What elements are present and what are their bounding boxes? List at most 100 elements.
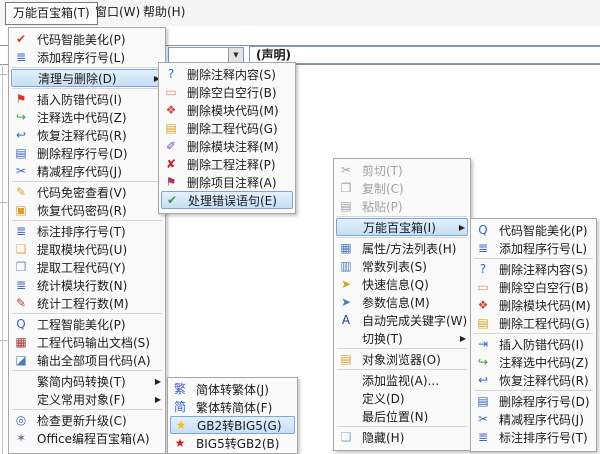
cleanup-submenu-panel: ?删除注释内容(S) ▭ 删除空白空行(B) ❖删除模块代码(M) ▤删除工程代码…: [158, 62, 296, 214]
magnifier-icon: Q: [474, 221, 492, 239]
menu-item-param-info[interactable]: ➤参数信息(M): [334, 293, 470, 311]
menu-item-delete-module-code-2[interactable]: ❖ 删除模块代码(M): [471, 296, 596, 314]
menu-item-copy[interactable]: ❐复制(C): [334, 179, 470, 197]
menu-item-delete-project-code[interactable]: ▤删除工程代码(G): [159, 119, 295, 137]
menu-item-last-position[interactable]: 最后位置(N): [334, 407, 470, 425]
label: 提取模块代码(U): [37, 241, 127, 258]
menu-item-project-smart-beautify[interactable]: Q工程智能美化(P): [9, 315, 165, 333]
menu-item-simplified-to-traditional[interactable]: 繁简体转繁体(J): [168, 380, 297, 398]
label: 提取工程代码(Y): [37, 259, 126, 276]
menu-item-delete-line-numbers-2[interactable]: ▤删除程序行号(D): [471, 392, 596, 410]
menu-item-paste[interactable]: ▤粘贴(P): [334, 197, 470, 215]
menu-item-add-line-numbers[interactable]: ≣添加程序行号(L): [9, 48, 165, 66]
menubar-item-toolbox[interactable]: 万能百宝箱(T): [5, 2, 98, 25]
menu-item-delete-blank-lines[interactable]: ▭ 删除空白空行(B): [159, 83, 295, 101]
numbered-list-icon: ≣: [12, 48, 30, 66]
menu-item-add-watch[interactable]: 添加监视(A)...: [334, 371, 470, 389]
label: 繁简内码转换(T): [37, 373, 126, 390]
menu-item-code-smart-beautify[interactable]: ✔代码智能美化(P): [9, 30, 165, 48]
menu-item-delete-blank-lines-2[interactable]: ▭删除空白空行(B): [471, 278, 596, 296]
comment-icon: ↪: [12, 108, 30, 126]
save-doc-icon: ▦: [12, 333, 30, 351]
menu-item-uncomment-code-2[interactable]: ↩恢复注释代码(R): [471, 371, 596, 389]
menu-item-define-common-objects[interactable]: 定义常用对象(F)▶: [9, 390, 165, 408]
menu-item-cjk-encoding-convert[interactable]: 繁简内码转换(T)▶: [9, 372, 165, 390]
menu-item-delete-comment-content-2[interactable]: ?删除注释内容(S): [471, 260, 596, 278]
menu-item-definition[interactable]: 定义(D): [334, 389, 470, 407]
menu-item-constant-list[interactable]: ▥常数列表(S): [334, 257, 470, 275]
menu-separator: [12, 181, 162, 182]
label: 删除模块代码(M): [499, 297, 591, 314]
menu-item-toggle[interactable]: 切换(T)▶: [334, 329, 470, 347]
menu-item-office-toolbox[interactable]: ✶Office编程百宝箱(A): [9, 429, 165, 447]
label: 代码免密查看(V): [37, 184, 127, 201]
menu-item-delete-line-numbers[interactable]: ▤删除程序行号(D): [9, 144, 165, 162]
menu-item-delete-project-comments[interactable]: ✘删除工程注释(P): [159, 155, 295, 173]
menu-separator: [474, 390, 593, 391]
menu-item-object-browser[interactable]: ▤对象浏览器(O): [334, 350, 470, 368]
menu-item-count-project-lines[interactable]: ✎统计工程行数(M): [9, 294, 165, 312]
menu-item-big5-to-gb2[interactable]: ★BIG5转GB2(B): [168, 434, 297, 452]
menu-item-extract-module-code[interactable]: ❏提取模块代码(U): [9, 240, 165, 258]
menubar-item-help[interactable]: 帮助(H): [136, 2, 192, 23]
label: 工程代码输出文档(S): [37, 334, 150, 351]
menu-item-mark-sort-line-numbers-2[interactable]: ≣标注排序行号(T): [471, 428, 596, 446]
menu-item-add-line-numbers-2[interactable]: ≣添加程序行号(L): [471, 239, 596, 257]
menu-item-delete-module-code[interactable]: ❖删除模块代码(M): [159, 101, 295, 119]
cursor-question-icon: ?: [162, 65, 180, 83]
menu-item-delete-project-code-2[interactable]: ▤删除工程代码(G): [471, 314, 596, 332]
uncomment-icon: ↩: [12, 126, 30, 144]
menu-item-delete-comment-content[interactable]: ?删除注释内容(S): [159, 65, 295, 83]
label: 删除程序行号(D): [37, 145, 128, 162]
menu-item-mark-sort-line-numbers[interactable]: ≣标注排序行号(T): [9, 222, 165, 240]
simplified-char-icon: 简: [171, 398, 189, 416]
label: 精减程序代码(J): [499, 411, 584, 428]
menu-item-extract-project-code[interactable]: ❐提取工程代码(Y): [9, 258, 165, 276]
window-icon: ❏: [337, 428, 355, 446]
procedure-dropdown[interactable]: (声明): [249, 46, 600, 64]
menu-item-view-code-no-password[interactable]: ✎代码免密查看(V): [9, 183, 165, 201]
menu-item-recover-code-password[interactable]: ▣恢复代码密码(R): [9, 201, 165, 219]
label: 删除工程代码(G): [187, 120, 278, 137]
colored-dots-icon: ❖: [474, 296, 492, 314]
chevron-down-icon[interactable]: ▼: [228, 48, 243, 62]
menu-item-export-project-code-doc[interactable]: ▦ 工程代码输出文档(S): [9, 333, 165, 351]
cursor-question-icon: ?: [474, 260, 492, 278]
toolbox-submenu-panel: Q代码智能美化(P) ≣添加程序行号(L) ?删除注释内容(S) ▭删除空白空行…: [470, 218, 597, 452]
menu-item-export-all-project-code[interactable]: ◪输出全部项目代码(A): [9, 351, 165, 369]
label: 删除工程代码(G): [499, 315, 590, 332]
menu-item-traditional-to-simplified[interactable]: 简繁体转简体(F): [168, 398, 297, 416]
picture-icon: ◪: [12, 351, 30, 369]
object-dropdown[interactable]: ▼: [168, 47, 244, 63]
menu-item-hide[interactable]: ❏ 隐藏(H): [334, 428, 470, 446]
menu-item-slim-code[interactable]: ✂精减程序代码(J): [9, 162, 165, 180]
menu-item-check-update[interactable]: ◎检查更新升级(C): [9, 411, 165, 429]
menu-item-cut[interactable]: ✂剪切(T): [334, 161, 470, 179]
blank-lines-icon: ▭: [162, 83, 180, 101]
menu-item-comment-selected-code[interactable]: ↪注释选中代码(Z): [9, 108, 165, 126]
label: 隐藏(H): [362, 429, 404, 446]
window-fragment: [0, 202, 7, 203]
menu-item-delete-item-comments[interactable]: ⚑删除项目注释(A): [159, 173, 295, 191]
label: 添加程序行号(L): [499, 240, 587, 257]
menu-item-count-module-lines[interactable]: ≣统计模块行数(N): [9, 276, 165, 294]
label: 标注排序行号(T): [37, 223, 126, 240]
label: 删除模块代码(M): [187, 102, 279, 119]
menu-item-uncomment-code[interactable]: ↩恢复注释代码(R): [9, 126, 165, 144]
menu-item-quick-info[interactable]: ➤快速信息(Q): [334, 275, 470, 293]
menu-item-cleanup-and-delete[interactable]: 清理与删除(D)▶: [11, 69, 163, 87]
menu-item-toolbox[interactable]: 万能百宝箱(I)▶: [336, 218, 468, 236]
menu-item-insert-error-guard[interactable]: ⚑插入防错代码(I): [9, 90, 165, 108]
menu-separator: [337, 348, 467, 349]
menu-item-auto-complete-keyword[interactable]: A自动完成关键字(W): [334, 311, 470, 329]
menu-item-comment-selected-code-2[interactable]: ↪注释选中代码(Z): [471, 353, 596, 371]
menu-item-code-smart-beautify-2[interactable]: Q代码智能美化(P): [471, 221, 596, 239]
menu-item-property-method-list[interactable]: ▦属性/方法列表(H): [334, 239, 470, 257]
menu-item-gb2-to-big5[interactable]: ★GB2转BIG5(G): [170, 416, 295, 434]
menu-item-handle-error-statements[interactable]: ✔处理错误语句(E): [161, 191, 293, 209]
label: 删除项目注释(A): [187, 174, 277, 191]
menu-item-insert-error-guard-2[interactable]: ⇥插入防错代码(I): [471, 335, 596, 353]
menu-item-delete-module-comments[interactable]: ✐删除模块注释(M): [159, 137, 295, 155]
label: 删除空白空行(B): [187, 84, 277, 101]
menu-item-slim-code-2[interactable]: ✂精减程序代码(J): [471, 410, 596, 428]
